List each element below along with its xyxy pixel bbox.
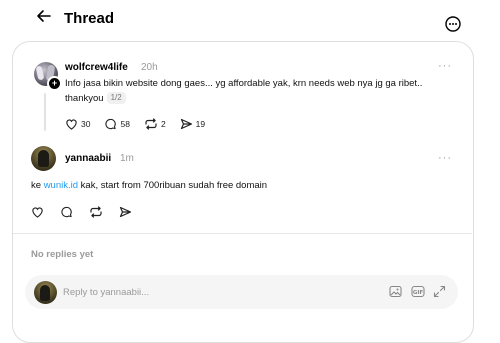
avatar xyxy=(34,281,57,304)
avatar[interactable] xyxy=(31,146,56,171)
like-count: 30 xyxy=(81,119,91,129)
reply-repost-button[interactable] xyxy=(89,206,103,218)
reply-actions xyxy=(31,206,146,218)
arrow-left-icon[interactable] xyxy=(34,6,54,26)
expand-icon[interactable] xyxy=(433,285,446,303)
gif-icon[interactable]: GIF xyxy=(411,285,425,303)
comment-icon xyxy=(60,206,73,218)
thread-connector-line xyxy=(44,93,46,131)
repost-icon xyxy=(144,118,158,130)
page-title: Thread xyxy=(64,10,115,27)
repost-icon xyxy=(89,206,103,218)
heart-icon xyxy=(65,118,78,130)
reply-more-icon[interactable]: ··· xyxy=(438,152,452,164)
thread-header: Thread xyxy=(0,0,500,40)
image-icon[interactable] xyxy=(389,285,402,303)
share-count: 19 xyxy=(195,119,206,129)
post-more-icon[interactable]: ··· xyxy=(438,60,452,72)
comment-icon xyxy=(104,118,117,130)
reply-comment-button[interactable] xyxy=(60,206,73,218)
follow-plus-icon[interactable]: + xyxy=(47,76,62,91)
reply-like-button[interactable] xyxy=(31,206,44,218)
post-actions: 30 58 2 19 xyxy=(65,118,219,130)
reply-input[interactable] xyxy=(63,280,363,304)
more-circle-icon[interactable] xyxy=(444,15,462,33)
reply-share-button[interactable] xyxy=(119,206,132,218)
reply-text: ke wunik.id kak, start from 700ribuan su… xyxy=(31,180,267,191)
post-text: Info jasa bikin website dong gaes... yg … xyxy=(65,76,450,106)
post-time: 20h xyxy=(141,62,158,73)
reply-text-before: ke xyxy=(31,180,44,191)
like-button[interactable]: 30 xyxy=(65,118,90,130)
reply-time: 1m xyxy=(120,153,134,164)
reply-text-after: kak, start from 700ribuan sudah free dom… xyxy=(78,180,268,191)
share-button[interactable]: 19 xyxy=(180,118,205,130)
repost-button[interactable]: 2 xyxy=(144,118,166,130)
comment-button[interactable]: 58 xyxy=(104,118,130,130)
section-divider xyxy=(13,233,472,234)
svg-text:GIF: GIF xyxy=(413,290,424,296)
post-username[interactable]: wolfcrew4life xyxy=(65,62,128,73)
page-indicator-badge: 1/2 xyxy=(106,92,126,105)
no-replies-label: No replies yet xyxy=(31,249,94,260)
comment-count: 58 xyxy=(120,119,130,129)
heart-icon xyxy=(31,206,44,218)
reply-link[interactable]: wunik.id xyxy=(44,180,78,191)
send-icon xyxy=(180,118,193,130)
send-icon xyxy=(119,206,132,218)
repost-count: 2 xyxy=(160,119,166,129)
reply-username[interactable]: yannaabii xyxy=(65,153,111,164)
